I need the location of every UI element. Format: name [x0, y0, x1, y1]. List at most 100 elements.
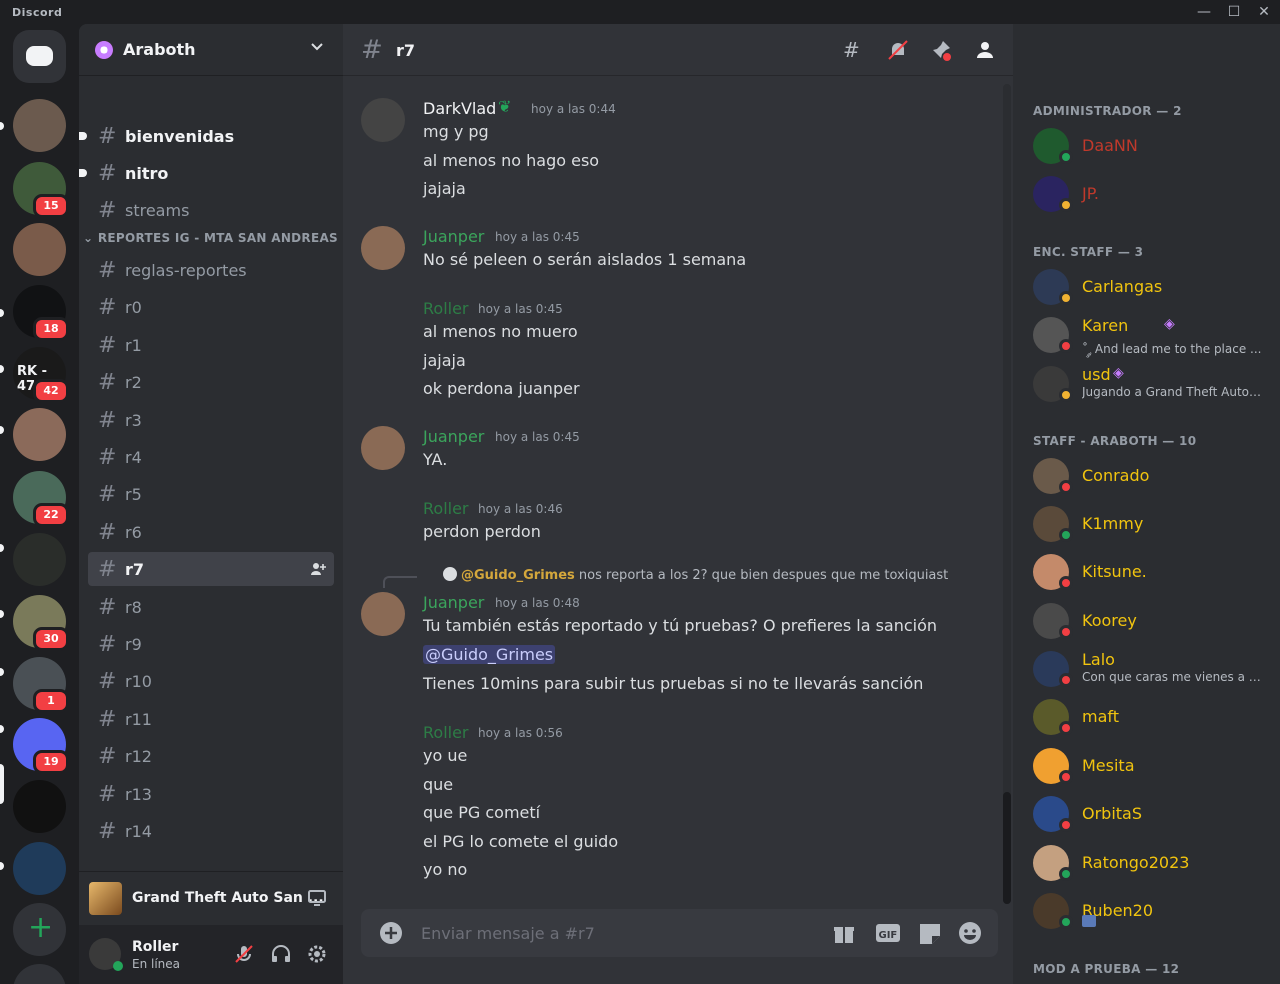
channel-item[interactable]: # r10	[88, 664, 334, 698]
guild-header[interactable]: Araboth	[79, 24, 343, 76]
reply-preview[interactable]: @Guido_Grimes nos reporta a los 2? que b…	[443, 567, 948, 583]
channel-sidebar: Araboth #cambios-de-nombre#bienvenidas#n…	[79, 24, 343, 984]
add-attachment-icon[interactable]	[379, 921, 403, 945]
message-author[interactable]: Roller	[423, 299, 469, 318]
close-button[interactable]: ✕	[1252, 2, 1276, 22]
channel-item[interactable]: # r0	[88, 290, 334, 324]
mute-icon[interactable]	[233, 943, 255, 965]
channel-name: r8	[125, 597, 142, 617]
message-author[interactable]: Juanper	[423, 427, 484, 446]
role-badge-icon: ❦	[498, 97, 512, 116]
maximize-button[interactable]: ☐	[1222, 2, 1246, 22]
gif-icon[interactable]: GIF	[875, 921, 901, 945]
avatar[interactable]	[361, 226, 405, 270]
server-icon[interactable]	[13, 408, 66, 461]
server-indicator	[0, 426, 4, 434]
server-icon[interactable]: 30	[13, 595, 69, 651]
channel-item[interactable]: # r3	[88, 403, 334, 437]
status-online-icon	[1059, 867, 1073, 881]
pin-icon[interactable]	[929, 38, 953, 62]
member-name: Karen	[1082, 316, 1129, 335]
channel-name: r14	[125, 822, 152, 841]
reply-connector	[383, 576, 417, 588]
message-author[interactable]: Juanper	[423, 593, 484, 612]
unread-badge: 30	[33, 627, 69, 651]
user-mention[interactable]: @Guido_Grimes	[423, 645, 556, 664]
notifications-muted-icon[interactable]	[886, 38, 910, 62]
status-dnd-icon	[1059, 480, 1073, 494]
minimize-button[interactable]: —	[1192, 2, 1216, 22]
channel-item[interactable]: # r7	[88, 552, 334, 587]
hash-icon: #	[98, 295, 117, 321]
channel-item[interactable]: # r8	[88, 590, 334, 624]
channel-item[interactable]: # nitro	[79, 156, 334, 190]
message-input[interactable]	[421, 921, 821, 945]
screen-share-icon[interactable]	[307, 888, 327, 908]
avatar[interactable]	[361, 426, 405, 470]
home-button[interactable]	[13, 30, 66, 83]
member-activity: Con que caras me vienes a re...	[1082, 670, 1262, 684]
nitro-badge-icon: ◈	[1113, 365, 1124, 381]
avatar[interactable]	[361, 592, 405, 636]
gift-icon[interactable]	[831, 921, 857, 945]
scrollbar-track[interactable]	[1003, 84, 1011, 904]
server-icon[interactable]	[13, 223, 66, 276]
server-icon[interactable]	[13, 842, 66, 895]
member-name: Conrado	[1082, 466, 1150, 485]
server-icon[interactable]	[13, 99, 66, 152]
message-list: DarkVlad hoy a las 0:44 ❦ mg y pg al menos n…	[343, 76, 1013, 906]
scrollbar-thumb[interactable]	[1003, 792, 1011, 904]
server-icon[interactable]: 15	[13, 162, 69, 218]
headphones-icon[interactable]	[270, 943, 292, 965]
channel-item[interactable]: # r12	[88, 739, 334, 773]
threads-icon[interactable]: #	[841, 38, 865, 62]
channel-item[interactable]: # r2	[88, 365, 334, 399]
member-group-header: ADMINISTRADOR — 2	[1033, 104, 1182, 118]
channel-item[interactable]: # r9	[88, 627, 334, 661]
channel-item[interactable]: # r14	[88, 814, 334, 848]
message-author[interactable]: Roller	[423, 499, 469, 518]
server-icon[interactable]: 22	[13, 471, 69, 527]
channel-name: r0	[125, 298, 142, 318]
add-server-button[interactable]: +	[13, 903, 66, 956]
hash-icon: #	[98, 632, 117, 657]
channel-name: r3	[125, 410, 142, 430]
svg-text:#: #	[843, 38, 860, 62]
member-name: Ratongo2023	[1082, 853, 1190, 872]
activity-panel: Grand Theft Auto San ...	[79, 871, 343, 925]
message-author[interactable]: Juanper	[423, 227, 484, 246]
member-group-header: MOD A PRUEBA — 12	[1033, 962, 1180, 976]
message-timestamp: hoy a las 0:45	[495, 230, 580, 244]
emoji-icon[interactable]	[957, 921, 983, 945]
discover-button[interactable]	[13, 964, 66, 984]
invite-icon[interactable]	[310, 561, 326, 577]
channel-item[interactable]: # r13	[88, 777, 334, 811]
channel-item[interactable]: # reglas-reportes	[88, 253, 334, 287]
status-dnd-icon	[1059, 625, 1073, 639]
category-header[interactable]: ⌄ REPORTES IG - MTA SAN ANDREAS	[83, 231, 338, 245]
svg-text:GIF: GIF	[879, 930, 898, 941]
channel-item[interactable]: # r1	[88, 328, 334, 362]
message-text: al menos no muero	[423, 322, 578, 341]
channel-item[interactable]: # streams	[88, 193, 334, 227]
message-author[interactable]: Roller	[423, 723, 469, 742]
server-icon[interactable]: 1	[13, 657, 69, 713]
server-icon[interactable]: RK - 47 42	[13, 347, 69, 403]
server-icon[interactable]: 18	[13, 285, 69, 341]
message-author[interactable]: DarkVlad	[423, 99, 496, 118]
channel-item[interactable]: # r4	[88, 440, 334, 474]
member-list-icon[interactable]	[972, 38, 996, 62]
member-name: Mesita	[1082, 756, 1135, 775]
message-text: que	[423, 774, 454, 794]
channel-item[interactable]: # r6	[88, 515, 334, 549]
channel-item[interactable]: # r5	[88, 477, 334, 511]
member-name: Lalo	[1082, 650, 1115, 669]
server-icon[interactable]	[13, 533, 66, 586]
channel-item[interactable]: # r11	[88, 702, 334, 736]
server-icon[interactable]	[13, 780, 66, 833]
avatar[interactable]	[361, 98, 405, 142]
sticker-icon[interactable]	[917, 921, 943, 945]
channel-item[interactable]: # bienvenidas	[79, 119, 334, 153]
gear-icon[interactable]	[306, 943, 328, 965]
server-icon[interactable]: 19	[13, 718, 69, 774]
